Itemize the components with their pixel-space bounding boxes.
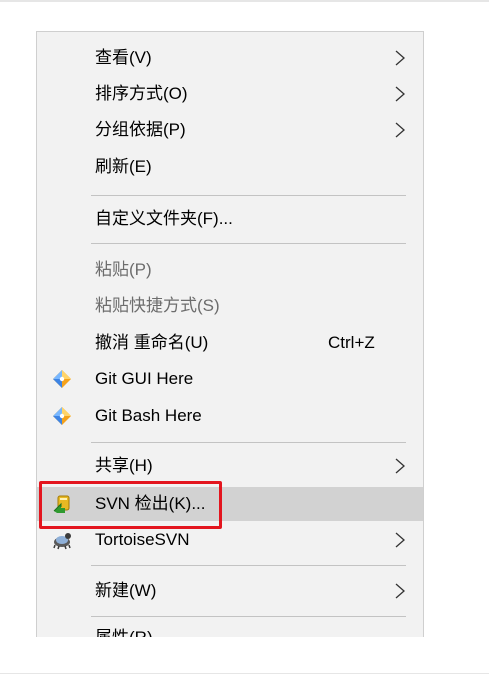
menu-item-undo-rename[interactable]: 撤消 重命名(U) Ctrl+Z (37, 326, 423, 360)
menu-separator (91, 243, 406, 244)
chevron-right-icon (395, 50, 405, 66)
menu-item-refresh-label: 刷新(E) (95, 157, 152, 176)
menu-item-undo-rename-shortcut: Ctrl+Z (328, 333, 375, 352)
menu-item-paste-shortcut: 粘贴快捷方式(S) (37, 289, 423, 323)
git-diamond-icon (53, 370, 71, 388)
menu-item-paste: 粘贴(P) (37, 253, 423, 287)
chevron-right-icon (395, 532, 405, 548)
menu-item-new-label: 新建(W) (95, 581, 157, 600)
chevron-right-icon (395, 86, 405, 102)
chevron-right-icon (395, 458, 405, 474)
menu-item-git-gui-label: Git GUI Here (95, 369, 194, 388)
menu-item-new[interactable]: 新建(W) (37, 574, 423, 608)
menu-separator (91, 442, 406, 443)
menu-item-paste-shortcut-label: 粘贴快捷方式(S) (95, 296, 220, 315)
menu-item-view-label: 查看(V) (95, 48, 152, 67)
menu-item-properties[interactable]: 属性(R) (37, 621, 423, 637)
git-diamond-icon (53, 407, 71, 425)
tortoise-icon (53, 533, 71, 550)
page-bottom-border (0, 673, 489, 674)
menu-item-group-by[interactable]: 分组依据(P) (37, 113, 423, 147)
menu-item-git-bash[interactable]: Git Bash Here (37, 399, 423, 433)
menu-separator (91, 616, 406, 617)
menu-item-customize-folder[interactable]: 自定义文件夹(F)... (37, 202, 423, 236)
menu-item-refresh[interactable]: 刷新(E) (37, 150, 423, 184)
menu-separator (91, 195, 406, 196)
menu-item-paste-label: 粘贴(P) (95, 260, 152, 279)
chevron-right-icon (395, 122, 405, 138)
menu-item-view[interactable]: 查看(V) (37, 41, 423, 75)
menu-item-group-by-label: 分组依据(P) (95, 120, 186, 139)
menu-item-git-gui[interactable]: Git GUI Here (37, 362, 423, 396)
menu-item-undo-rename-label: 撤消 重命名(U) (95, 333, 209, 352)
context-menu: 查看(V) 排序方式(O) 分组依据(P) 刷新(E) 自定义文件夹(F)...… (36, 31, 424, 637)
menu-item-share-label: 共享(H) (95, 456, 153, 475)
chevron-right-icon (395, 583, 405, 599)
menu-item-share[interactable]: 共享(H) (37, 449, 423, 483)
menu-item-customize-folder-label: 自定义文件夹(F)... (95, 209, 233, 228)
menu-separator (91, 565, 406, 566)
svn-checkout-highlight-box (39, 481, 222, 529)
menu-item-properties-label: 属性(R) (95, 621, 153, 637)
menu-item-sort-by-label: 排序方式(O) (95, 84, 188, 103)
menu-item-sort-by[interactable]: 排序方式(O) (37, 77, 423, 111)
page-top-border (0, 0, 489, 2)
menu-item-git-bash-label: Git Bash Here (95, 406, 202, 425)
